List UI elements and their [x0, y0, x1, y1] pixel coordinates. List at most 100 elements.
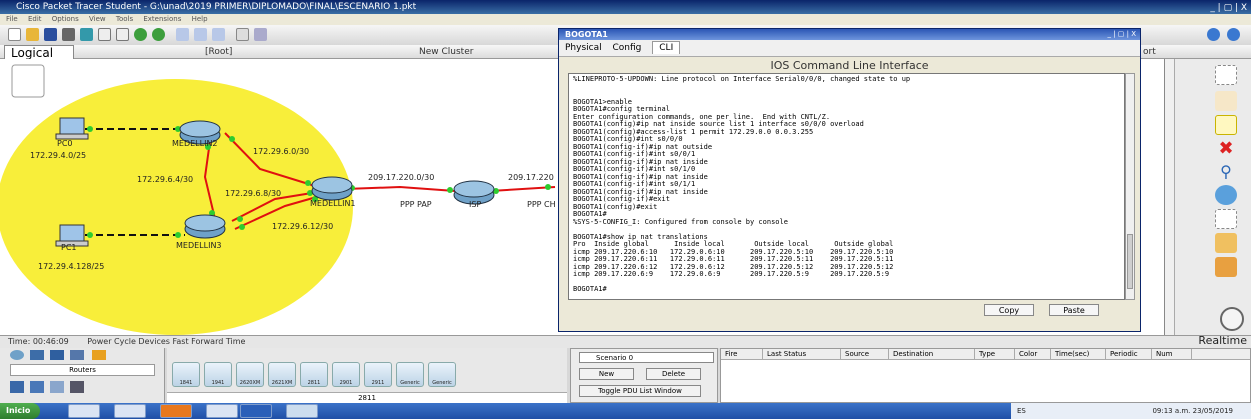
menu-help[interactable]: Help: [192, 15, 208, 23]
move-hand-icon[interactable]: [1215, 91, 1237, 111]
select-icon[interactable]: [1215, 65, 1237, 85]
zoom-out-icon[interactable]: [212, 28, 225, 41]
inspect-icon[interactable]: ⚲: [1215, 162, 1237, 182]
menu-view[interactable]: View: [89, 15, 106, 23]
router-model-2811[interactable]: 2811: [300, 362, 328, 387]
note-icon[interactable]: [1215, 115, 1237, 135]
activity-wizard-icon[interactable]: [80, 28, 93, 41]
tab-cli[interactable]: CLI: [652, 41, 681, 54]
time-bar: Time: 00:46:09 Power Cycle Devices Fast …: [0, 335, 1251, 348]
column-header[interactable]: Destination: [889, 349, 975, 359]
taskbar-app-icon[interactable]: [68, 404, 100, 418]
palette-icon[interactable]: [236, 28, 249, 41]
copy-icon[interactable]: [98, 28, 111, 41]
column-header[interactable]: Color: [1015, 349, 1051, 359]
zoom-reset-icon[interactable]: [194, 28, 207, 41]
taskbar-app-icon[interactable]: [160, 404, 192, 418]
scenario-select[interactable]: Scenario 0: [579, 352, 714, 363]
add-simple-pdu-icon[interactable]: [1215, 233, 1237, 253]
connections-category-icon[interactable]: [92, 350, 106, 360]
open-folder-icon[interactable]: [26, 28, 39, 41]
custom-devices-category-icon[interactable]: [50, 381, 64, 393]
routers-category-icon[interactable]: [10, 350, 24, 360]
add-complex-pdu-icon[interactable]: [1215, 257, 1237, 277]
wan-emulation-category-icon[interactable]: [30, 381, 44, 393]
menu-tools[interactable]: Tools: [116, 15, 133, 23]
window-controls[interactable]: _ | ▢ | X: [1210, 1, 1247, 15]
taskbar-clock[interactable]: 09:13 a.m. 23/05/2019: [1152, 403, 1233, 419]
network-label: 172.29.6.0/30: [253, 147, 310, 156]
info-icon[interactable]: [1207, 28, 1220, 41]
delete-scenario-button[interactable]: Delete: [646, 368, 701, 380]
new-scenario-button[interactable]: New: [579, 368, 634, 380]
column-header[interactable]: Num: [1152, 349, 1192, 359]
toggle-pdu-list-button[interactable]: Toggle PDU List Window: [579, 385, 701, 397]
multiuser-category-icon[interactable]: [70, 381, 84, 393]
taskbar-packet-tracer-icon[interactable]: [286, 404, 318, 418]
new-cluster-button[interactable]: New Cluster: [419, 45, 473, 59]
cli-window-title-bar[interactable]: BOGOTA1: [559, 29, 1140, 40]
taskbar-chrome-icon[interactable]: [206, 404, 238, 418]
vertical-scrollbar[interactable]: [1165, 59, 1175, 335]
draw-shape-icon[interactable]: [1215, 185, 1237, 205]
column-header[interactable]: Fire: [721, 349, 763, 359]
router-model-2901[interactable]: 2901: [332, 362, 360, 387]
wireless-category-icon[interactable]: [70, 350, 84, 360]
paste-button[interactable]: Paste: [1049, 304, 1099, 316]
router-model-2620xm[interactable]: 2620XM: [236, 362, 264, 387]
undo-icon[interactable]: [134, 28, 147, 41]
column-header[interactable]: Type: [975, 349, 1015, 359]
zoom-in-icon[interactable]: [176, 28, 189, 41]
system-tray: ES 09:13 a.m. 23/05/2019: [1011, 403, 1251, 419]
new-file-icon[interactable]: [8, 28, 21, 41]
paste-icon[interactable]: [116, 28, 129, 41]
column-header[interactable]: Periodic: [1106, 349, 1152, 359]
save-icon[interactable]: [44, 28, 57, 41]
language-indicator[interactable]: ES: [1017, 407, 1026, 415]
router-model-generic[interactable]: Generic: [396, 362, 424, 387]
router-model-2911[interactable]: 2911: [364, 362, 392, 387]
delete-icon[interactable]: ✖: [1215, 139, 1237, 159]
copy-button[interactable]: Copy: [984, 304, 1034, 316]
taskbar-app-icon[interactable]: [114, 404, 146, 418]
help-icon[interactable]: [1227, 28, 1240, 41]
column-header[interactable]: Last Status: [763, 349, 841, 359]
router-model-2621xm[interactable]: 2621XM: [268, 362, 296, 387]
cli-scrollbar[interactable]: [1125, 73, 1135, 300]
print-icon[interactable]: [62, 28, 75, 41]
start-button[interactable]: Inicio: [0, 403, 40, 419]
switches-category-icon[interactable]: [30, 350, 44, 360]
power-cycle-fast-forward[interactable]: Power Cycle Devices Fast Forward Time: [87, 337, 245, 346]
hubs-category-icon[interactable]: [50, 350, 64, 360]
router-model-1841[interactable]: 1841: [172, 362, 200, 387]
link-status-dot: [239, 224, 245, 230]
resize-icon[interactable]: [1215, 209, 1237, 229]
column-header[interactable]: Time(sec): [1051, 349, 1106, 359]
end-devices-category-icon[interactable]: [10, 381, 24, 393]
tab-physical[interactable]: Physical: [565, 43, 602, 53]
link-status-dot: [447, 187, 453, 193]
realtime-mode-tab[interactable]: Realtime: [1195, 322, 1251, 348]
device-label-medellin3: MEDELLIN3: [176, 241, 222, 250]
redo-icon[interactable]: [152, 28, 165, 41]
taskbar-word-icon[interactable]: [240, 404, 272, 418]
root-label[interactable]: [Root]: [205, 45, 232, 59]
cli-console[interactable]: %LINEPROTO-5-UPDOWN: Line protocol on In…: [568, 73, 1125, 300]
cli-scrollbar-thumb[interactable]: [1127, 234, 1133, 289]
menu-options[interactable]: Options: [52, 15, 79, 23]
custom-device-icon[interactable]: [254, 28, 267, 41]
link-status-dot: [87, 232, 93, 238]
tab-config[interactable]: Config: [613, 43, 642, 53]
cli-window-controls[interactable]: _ | ▢ | X: [1107, 30, 1136, 38]
router-model-1941[interactable]: 1941: [204, 362, 232, 387]
router-model-generic[interactable]: Generic: [428, 362, 456, 387]
menu-file[interactable]: File: [6, 15, 18, 23]
column-header[interactable]: Source: [841, 349, 889, 359]
menu-extensions[interactable]: Extensions: [143, 15, 181, 23]
pdu-list-table: Fire Last Status Source Destination Type…: [720, 348, 1251, 403]
network-label: 172.29.4.128/25: [38, 262, 105, 271]
menu-edit[interactable]: Edit: [28, 15, 42, 23]
network-label: 209.17.220.0/30: [368, 173, 435, 182]
cli-window-tabs: Physical Config CLI: [559, 40, 1140, 57]
